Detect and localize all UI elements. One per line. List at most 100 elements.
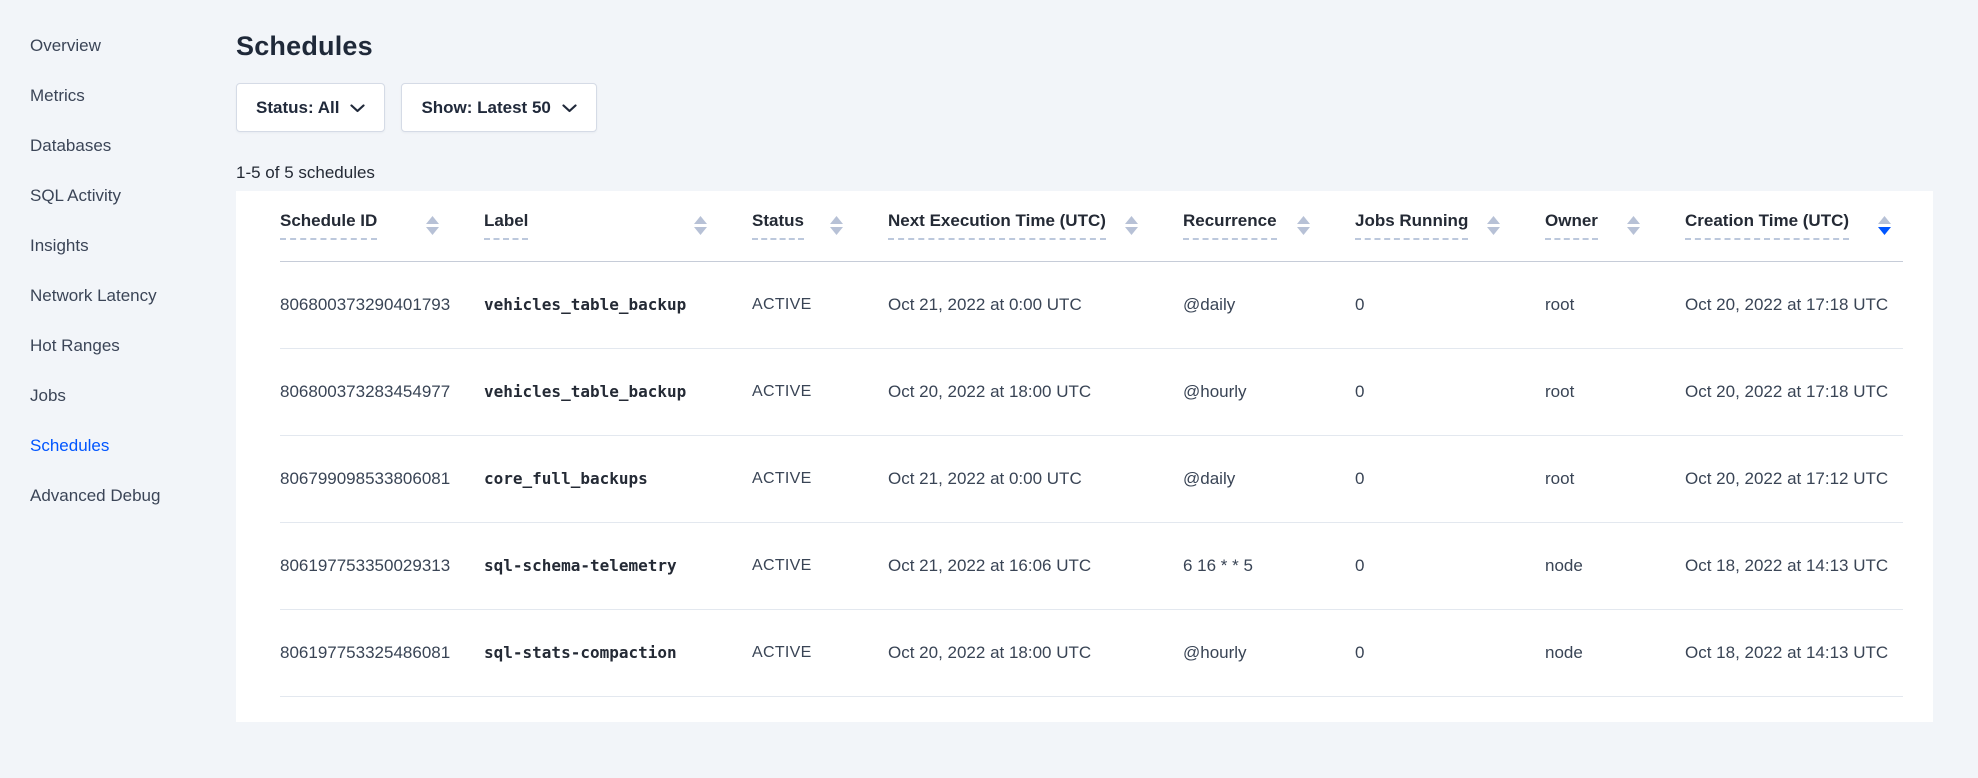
cell-schedule-id: 806197753325486081	[280, 609, 484, 696]
sidebar-item-schedules[interactable]: Schedules	[30, 421, 236, 471]
page-title: Schedules	[236, 30, 1978, 62]
cell-owner: node	[1545, 522, 1685, 609]
sort-ascending-icon	[1297, 216, 1310, 224]
sidebar: OverviewMetricsDatabasesSQL ActivityInsi…	[0, 0, 236, 778]
cell-creation-time: Oct 18, 2022 at 14:13 UTC	[1685, 609, 1903, 696]
cell-creation-time: Oct 20, 2022 at 17:12 UTC	[1685, 435, 1903, 522]
table-row: 806197753350029313 sql-schema-telemetry …	[280, 522, 1903, 609]
sort-descending-icon	[426, 227, 439, 235]
cell-status: ACTIVE	[752, 348, 888, 435]
column-header-label: Schedule ID	[280, 211, 377, 240]
sidebar-item-network-latency[interactable]: Network Latency	[30, 271, 236, 321]
sort-descending-icon	[1627, 227, 1640, 235]
cell-jobs-running: 0	[1355, 348, 1545, 435]
cell-recurrence: @daily	[1183, 261, 1355, 348]
cell-label: sql-schema-telemetry	[484, 522, 752, 609]
column-header-jobs-running[interactable]: Jobs Running	[1355, 191, 1545, 261]
sort-toggle-icon[interactable]	[1878, 216, 1891, 235]
sidebar-item-advanced-debug[interactable]: Advanced Debug	[30, 471, 236, 521]
column-header-label: Recurrence	[1183, 211, 1277, 240]
column-header-label: Status	[752, 211, 804, 240]
cell-creation-time: Oct 18, 2022 at 14:13 UTC	[1685, 522, 1903, 609]
cell-next-execution-time: Oct 21, 2022 at 0:00 UTC	[888, 435, 1183, 522]
cell-recurrence: @hourly	[1183, 609, 1355, 696]
cell-owner: root	[1545, 435, 1685, 522]
table-row: 806197753325486081 sql-stats-compaction …	[280, 609, 1903, 696]
sort-toggle-icon[interactable]	[1125, 216, 1138, 235]
cell-recurrence: @daily	[1183, 435, 1355, 522]
cell-schedule-id: 806800373283454977	[280, 348, 484, 435]
cell-schedule-id: 806197753350029313	[280, 522, 484, 609]
column-header-label[interactable]: Label	[484, 191, 752, 261]
table-row: 806799098533806081 core_full_backups ACT…	[280, 435, 1903, 522]
cell-creation-time: Oct 20, 2022 at 17:18 UTC	[1685, 261, 1903, 348]
cell-schedule-id: 806800373290401793	[280, 261, 484, 348]
table-row: 806800373283454977 vehicles_table_backup…	[280, 348, 1903, 435]
cell-next-execution-time: Oct 21, 2022 at 0:00 UTC	[888, 261, 1183, 348]
show-filter-label: Show: Latest 50	[421, 98, 550, 118]
sort-ascending-icon	[1487, 216, 1500, 224]
sort-toggle-icon[interactable]	[1297, 216, 1310, 235]
cell-label: vehicles_table_backup	[484, 261, 752, 348]
sort-descending-icon	[1125, 227, 1138, 235]
sort-descending-icon	[1297, 227, 1310, 235]
column-header-creation-time[interactable]: Creation Time (UTC)	[1685, 191, 1903, 261]
cell-jobs-running: 0	[1355, 435, 1545, 522]
show-filter-dropdown[interactable]: Show: Latest 50	[401, 83, 596, 132]
sidebar-item-insights[interactable]: Insights	[30, 221, 236, 271]
sort-descending-icon	[694, 227, 707, 235]
sort-descending-icon	[830, 227, 843, 235]
cell-jobs-running: 0	[1355, 522, 1545, 609]
schedules-card: Schedule ID Label Status Next Execution …	[236, 191, 1933, 722]
sidebar-item-sql-activity[interactable]: SQL Activity	[30, 171, 236, 221]
cell-status: ACTIVE	[752, 522, 888, 609]
cell-next-execution-time: Oct 20, 2022 at 18:00 UTC	[888, 609, 1183, 696]
chevron-down-icon	[350, 104, 365, 113]
filter-bar: Status: All Show: Latest 50	[236, 83, 1978, 132]
sort-descending-icon	[1487, 227, 1500, 235]
column-header-recurrence[interactable]: Recurrence	[1183, 191, 1355, 261]
cell-jobs-running: 0	[1355, 261, 1545, 348]
cell-next-execution-time: Oct 21, 2022 at 16:06 UTC	[888, 522, 1183, 609]
cell-status: ACTIVE	[752, 609, 888, 696]
table-header: Schedule ID Label Status Next Execution …	[280, 191, 1903, 261]
cell-jobs-running: 0	[1355, 609, 1545, 696]
sidebar-nav: OverviewMetricsDatabasesSQL ActivityInsi…	[30, 21, 236, 521]
status-filter-label: Status: All	[256, 98, 339, 118]
sort-toggle-icon[interactable]	[830, 216, 843, 235]
cell-schedule-id: 806799098533806081	[280, 435, 484, 522]
column-header-label: Label	[484, 211, 528, 240]
cell-owner: root	[1545, 348, 1685, 435]
sort-ascending-icon	[1878, 216, 1891, 224]
column-header-next-execution-time[interactable]: Next Execution Time (UTC)	[888, 191, 1183, 261]
cell-creation-time: Oct 20, 2022 at 17:18 UTC	[1685, 348, 1903, 435]
sort-ascending-icon	[1125, 216, 1138, 224]
column-header-owner[interactable]: Owner	[1545, 191, 1685, 261]
sort-toggle-icon[interactable]	[426, 216, 439, 235]
sort-descending-icon	[1878, 227, 1891, 235]
sidebar-item-hot-ranges[interactable]: Hot Ranges	[30, 321, 236, 371]
column-header-label: Jobs Running	[1355, 211, 1468, 240]
cell-owner: node	[1545, 609, 1685, 696]
column-header-label: Owner	[1545, 211, 1598, 240]
sort-toggle-icon[interactable]	[694, 216, 707, 235]
status-filter-dropdown[interactable]: Status: All	[236, 83, 385, 132]
cell-label: core_full_backups	[484, 435, 752, 522]
sidebar-item-jobs[interactable]: Jobs	[30, 371, 236, 421]
sidebar-item-overview[interactable]: Overview	[30, 21, 236, 71]
column-header-label: Creation Time (UTC)	[1685, 211, 1849, 240]
column-header-schedule-id[interactable]: Schedule ID	[280, 191, 484, 261]
chevron-down-icon	[562, 104, 577, 113]
cell-label: sql-stats-compaction	[484, 609, 752, 696]
column-header-label: Next Execution Time (UTC)	[888, 211, 1106, 240]
cell-label: vehicles_table_backup	[484, 348, 752, 435]
sidebar-item-metrics[interactable]: Metrics	[30, 71, 236, 121]
column-header-status[interactable]: Status	[752, 191, 888, 261]
sort-ascending-icon	[694, 216, 707, 224]
sort-toggle-icon[interactable]	[1627, 216, 1640, 235]
sort-ascending-icon	[830, 216, 843, 224]
cell-recurrence: 6 16 * * 5	[1183, 522, 1355, 609]
sort-toggle-icon[interactable]	[1487, 216, 1500, 235]
table-row: 806800373290401793 vehicles_table_backup…	[280, 261, 1903, 348]
sidebar-item-databases[interactable]: Databases	[30, 121, 236, 171]
